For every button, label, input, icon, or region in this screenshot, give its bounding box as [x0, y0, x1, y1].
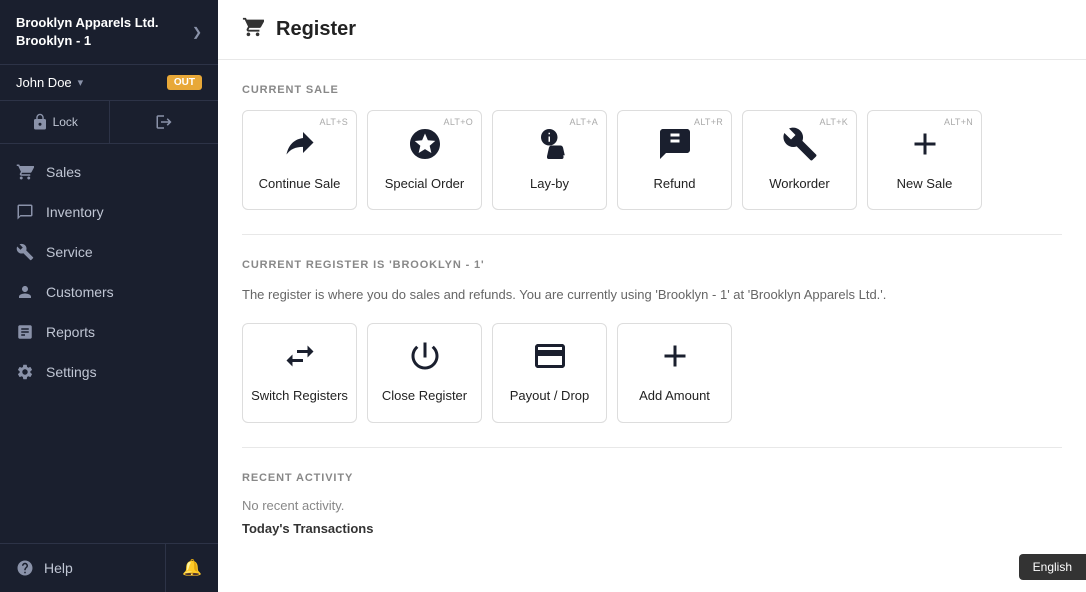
refund-label: Refund: [654, 176, 696, 193]
sales-icon: [16, 163, 34, 181]
location-name: Brooklyn - 1: [16, 32, 159, 50]
sidebar: Brooklyn Apparels Ltd. Brooklyn - 1 ❯ Jo…: [0, 0, 218, 592]
company-name: Brooklyn Apparels Ltd.: [16, 14, 159, 32]
register-info-text: The register is where you do sales and r…: [242, 285, 1062, 305]
refund-icon: [657, 126, 693, 168]
lock-label: Lock: [53, 115, 78, 129]
add-amount-label: Add Amount: [639, 388, 710, 405]
workorder-shortcut: ALT+K: [820, 117, 848, 127]
continue-sale-shortcut: ALT+S: [320, 117, 348, 127]
brand-text: Brooklyn Apparels Ltd. Brooklyn - 1: [16, 14, 159, 50]
workorder-label: Workorder: [769, 176, 829, 193]
new-sale-shortcut: ALT+N: [944, 117, 973, 127]
current-sale-cards: ALT+S Continue Sale ALT+O Special Order: [242, 110, 1062, 210]
customers-icon: [16, 283, 34, 301]
brand-arrow-icon: ❯: [192, 25, 202, 39]
main-body: CURRENT SALE ALT+S Continue Sale ALT+O: [218, 60, 1086, 560]
lay-by-card[interactable]: ALT+A Lay-by: [492, 110, 607, 210]
payout-drop-card[interactable]: Payout / Drop: [492, 323, 607, 423]
recent-activity-section: RECENT ACTIVITY No recent activity. Toda…: [242, 472, 1062, 536]
sidebar-item-settings-label: Settings: [46, 364, 97, 380]
reports-icon: [16, 323, 34, 341]
current-sale-section: CURRENT SALE ALT+S Continue Sale ALT+O: [242, 84, 1062, 210]
payout-drop-icon: [532, 338, 568, 380]
lock-button[interactable]: Lock: [0, 101, 109, 143]
page-title: Register: [276, 18, 356, 41]
divider-2: [242, 447, 1062, 448]
brand-section[interactable]: Brooklyn Apparels Ltd. Brooklyn - 1 ❯: [0, 0, 218, 65]
refund-shortcut: ALT+R: [694, 117, 723, 127]
notification-button[interactable]: 🔔: [165, 544, 218, 592]
user-section: John Doe ▾ OUT: [0, 65, 218, 101]
close-register-label: Close Register: [382, 388, 467, 405]
continue-sale-label: Continue Sale: [259, 176, 341, 193]
refund-card[interactable]: ALT+R Refund: [617, 110, 732, 210]
register-icon: [242, 16, 264, 43]
main-header: Register: [218, 0, 1086, 60]
add-amount-icon: [657, 338, 693, 380]
out-badge: OUT: [167, 75, 202, 90]
workorder-card[interactable]: ALT+K Workorder: [742, 110, 857, 210]
sidebar-item-service[interactable]: Service: [0, 232, 218, 272]
recent-empty-text: No recent activity.: [242, 498, 1062, 513]
switch-registers-card[interactable]: Switch Registers: [242, 323, 357, 423]
recent-activity-title: RECENT ACTIVITY: [242, 472, 1062, 484]
close-register-icon: [407, 338, 443, 380]
lay-by-label: Lay-by: [530, 176, 569, 193]
sidebar-item-service-label: Service: [46, 244, 93, 260]
sidebar-item-sales-label: Sales: [46, 164, 81, 180]
current-register-title: CURRENT REGISTER IS 'BROOKLYN - 1': [242, 259, 1062, 271]
sidebar-item-inventory[interactable]: Inventory: [0, 192, 218, 232]
special-order-icon: [407, 126, 443, 168]
switch-registers-label: Switch Registers: [251, 388, 348, 405]
sidebar-bottom: Help 🔔: [0, 543, 218, 592]
payout-drop-label: Payout / Drop: [510, 388, 590, 405]
lay-by-icon: [532, 126, 568, 168]
current-sale-title: CURRENT SALE: [242, 84, 1062, 96]
sidebar-nav: Sales Inventory Service Customers: [0, 144, 218, 543]
sidebar-item-inventory-label: Inventory: [46, 204, 104, 220]
add-amount-card[interactable]: Add Amount: [617, 323, 732, 423]
sidebar-item-reports[interactable]: Reports: [0, 312, 218, 352]
switch-registers-icon: [282, 338, 318, 380]
special-order-card[interactable]: ALT+O Special Order: [367, 110, 482, 210]
today-transactions-title: Today's Transactions: [242, 521, 1062, 536]
sidebar-item-customers-label: Customers: [46, 284, 114, 300]
sidebar-quick-actions: Lock: [0, 101, 218, 144]
settings-icon: [16, 363, 34, 381]
lock-icon: [31, 113, 49, 131]
close-register-card[interactable]: Close Register: [367, 323, 482, 423]
sidebar-item-reports-label: Reports: [46, 324, 95, 340]
sidebar-item-sales[interactable]: Sales: [0, 152, 218, 192]
divider-1: [242, 234, 1062, 235]
signout-icon: [155, 113, 173, 131]
special-order-label: Special Order: [385, 176, 464, 193]
lay-by-shortcut: ALT+A: [570, 117, 598, 127]
help-icon: [16, 559, 34, 577]
special-order-shortcut: ALT+O: [444, 117, 473, 127]
help-label: Help: [44, 560, 73, 576]
new-sale-icon: [907, 126, 943, 168]
register-cards: Switch Registers Close Register Payout /…: [242, 323, 1062, 423]
main-content: Register CURRENT SALE ALT+S Continue Sal…: [218, 0, 1086, 592]
sidebar-item-customers[interactable]: Customers: [0, 272, 218, 312]
continue-sale-card[interactable]: ALT+S Continue Sale: [242, 110, 357, 210]
new-sale-label: New Sale: [897, 176, 953, 193]
workorder-icon: [782, 126, 818, 168]
user-chevron-icon: ▾: [78, 76, 84, 89]
notification-icon: 🔔: [182, 558, 202, 578]
new-sale-card[interactable]: ALT+N New Sale: [867, 110, 982, 210]
help-button[interactable]: Help: [0, 544, 165, 592]
user-name: John Doe: [16, 75, 72, 90]
language-badge[interactable]: English: [1019, 554, 1086, 580]
inventory-icon: [16, 203, 34, 221]
signout-button[interactable]: [110, 101, 219, 143]
continue-sale-icon: [282, 126, 318, 168]
service-icon: [16, 243, 34, 261]
current-register-section: CURRENT REGISTER IS 'BROOKLYN - 1' The r…: [242, 259, 1062, 423]
sidebar-item-settings[interactable]: Settings: [0, 352, 218, 392]
